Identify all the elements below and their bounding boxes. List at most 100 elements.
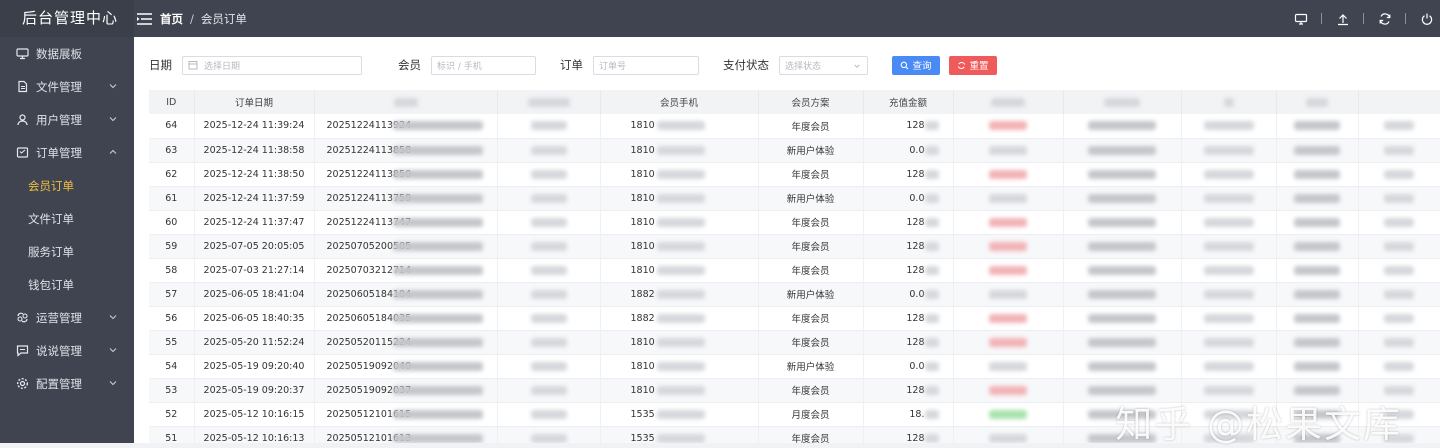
sidebar-item-label: 文件订单: [28, 211, 74, 226]
pay-status-select[interactable]: 选择状态: [779, 55, 868, 75]
amount-text: 128: [906, 312, 925, 324]
table-row[interactable]: 51 2025-05-12 10:16:13 20250512101613 1535 年…: [149, 426, 1440, 443]
sidebar-item-file-orders[interactable]: 文件订单: [0, 202, 134, 235]
order-input[interactable]: 订单号: [593, 55, 699, 75]
reset-button-label: 重置: [969, 61, 989, 72]
phone-text: 1810: [630, 192, 655, 204]
search-button[interactable]: 查询: [892, 55, 940, 75]
sidebar-item-orders[interactable]: 订单管理: [0, 136, 134, 169]
monitor-icon[interactable]: [1294, 12, 1308, 26]
cell-hidden: [497, 234, 601, 259]
menu-toggle-icon[interactable]: [137, 12, 152, 25]
refresh-icon[interactable]: [1378, 12, 1392, 26]
cell-phone: 1810: [600, 186, 759, 211]
cell-hidden: [1063, 354, 1182, 379]
sidebar-item-users[interactable]: 用户管理: [0, 103, 134, 136]
main-content: 日期 选择日期 会员 标识 / 手机 订单 订单号 支付状态 选择状态 查询 重…: [134, 37, 1440, 446]
column-header: [1276, 90, 1359, 114]
cell-plan: 年度会员: [758, 330, 864, 355]
cell-hidden: [497, 402, 601, 427]
cell-hidden: [1276, 330, 1359, 355]
table-row[interactable]: 64 2025-12-24 11:39:24 20251224113924 1810 年…: [149, 114, 1440, 139]
cell-hidden: [497, 162, 601, 187]
file-icon: [16, 80, 29, 93]
cell-hidden: [1181, 138, 1277, 163]
cell-hidden: [1358, 210, 1440, 235]
cell-phone: 1810: [600, 162, 759, 187]
table-header-row: ID 订单日期 会员手机 会员方案 充值金额: [149, 90, 1440, 114]
cell-status: [953, 378, 1064, 403]
cell-amount: 0.0: [863, 354, 954, 379]
sidebar-item-service-orders[interactable]: 服务订单: [0, 235, 134, 268]
sidebar-item-label: 配置管理: [36, 376, 82, 391]
phone-text: 1810: [630, 144, 655, 156]
sidebar-item-operations[interactable]: 运营管理: [0, 301, 134, 334]
sidebar-item-config[interactable]: 配置管理: [0, 367, 134, 400]
breadcrumb-home[interactable]: 首页: [160, 11, 183, 27]
table-row[interactable]: 52 2025-05-12 10:16:15 20250512101615 1535 月…: [149, 402, 1440, 427]
cell-amount: 128: [863, 210, 954, 235]
cell-amount: 0.0: [863, 186, 954, 211]
sidebar-item-dashboard[interactable]: 数据展板: [0, 37, 134, 70]
cell-phone: 1882: [600, 306, 759, 331]
column-header: 会员手机: [600, 90, 759, 114]
cell-phone: 1810: [600, 258, 759, 283]
cell-date: 2025-07-05 20:05:05: [194, 234, 315, 259]
cell-plan: 新用户体验: [758, 354, 864, 379]
phone-text: 1810: [630, 240, 655, 252]
cell-amount: 128: [863, 378, 954, 403]
phone-text: 1810: [630, 360, 655, 372]
cell-hidden: [1276, 258, 1359, 283]
cell-order-no: 20250520115224: [314, 330, 498, 355]
upload-icon[interactable]: [1336, 12, 1350, 26]
sidebar-item-label: 钱包订单: [28, 277, 74, 292]
cell-phone: 1810: [600, 330, 759, 355]
table-row[interactable]: 54 2025-05-19 09:20:40 20250519092040 1810 新…: [149, 354, 1440, 379]
power-icon[interactable]: [1420, 12, 1434, 26]
cell-hidden: [497, 258, 601, 283]
table-row[interactable]: 56 2025-06-05 18:40:35 20250605184035 1882 年…: [149, 306, 1440, 331]
date-picker[interactable]: 选择日期: [182, 55, 362, 75]
cell-date: 2025-05-20 11:52:24: [194, 330, 315, 355]
table-row[interactable]: 60 2025-12-24 11:37:47 20251224113747 1810 年…: [149, 210, 1440, 235]
table-row[interactable]: 55 2025-05-20 11:52:24 20250520115224 1810 年…: [149, 330, 1440, 355]
cell-order-no: 20250605184035: [314, 306, 498, 331]
cell-hidden: [1181, 210, 1277, 235]
amount-text: 0.0: [909, 288, 925, 300]
cell-hidden: [1181, 330, 1277, 355]
table-row[interactable]: 58 2025-07-03 21:27:14 20250703212714 1810 年…: [149, 258, 1440, 283]
sidebar-item-wallet-orders[interactable]: 钱包订单: [0, 268, 134, 301]
cell-hidden: [1181, 234, 1277, 259]
cell-plan: 年度会员: [758, 426, 864, 443]
sidebar-item-member-orders[interactable]: 会员订单: [0, 169, 134, 202]
orders-table: ID 订单日期 会员手机 会员方案 充值金额 64 2025-12-24 11:3…: [149, 90, 1440, 443]
cell-hidden: [1276, 162, 1359, 187]
cell-id: 55: [149, 330, 195, 355]
sidebar-item-files[interactable]: 文件管理: [0, 70, 134, 103]
table-row[interactable]: 62 2025-12-24 11:38:50 20251224113850 1810 年…: [149, 162, 1440, 187]
table-row[interactable]: 59 2025-07-05 20:05:05 20250705200505 1810 年…: [149, 234, 1440, 259]
cell-status: [953, 162, 1064, 187]
member-placeholder: 标识 / 手机: [437, 61, 482, 72]
chevron-down-icon: [109, 315, 117, 320]
cell-status: [953, 234, 1064, 259]
cell-hidden: [1063, 282, 1182, 307]
cell-order-no: 20250512101615: [314, 402, 498, 427]
cell-id: 64: [149, 114, 195, 139]
member-input[interactable]: 标识 / 手机: [431, 55, 536, 75]
table-row[interactable]: 57 2025-06-05 18:41:04 20250605184104 1882 新…: [149, 282, 1440, 307]
cell-phone: 1535: [600, 402, 759, 427]
phone-text: 1882: [630, 288, 655, 300]
sidebar-item-label: 文件管理: [36, 79, 82, 94]
table-row[interactable]: 63 2025-12-24 11:38:58 20251224113858 1810 新…: [149, 138, 1440, 163]
reset-button[interactable]: 重置: [949, 55, 997, 75]
sidebar-item-posts[interactable]: 说说管理: [0, 334, 134, 367]
cell-hidden: [1276, 378, 1359, 403]
table-row[interactable]: 61 2025-12-24 11:37:59 20251224113759 1810 新…: [149, 186, 1440, 211]
cell-hidden: [1063, 426, 1182, 443]
cell-id: 56: [149, 306, 195, 331]
cell-hidden: [1063, 306, 1182, 331]
cell-hidden: [1181, 426, 1277, 443]
cell-id: 51: [149, 426, 195, 443]
table-row[interactable]: 53 2025-05-19 09:20:37 20250519092037 1810 年…: [149, 378, 1440, 403]
